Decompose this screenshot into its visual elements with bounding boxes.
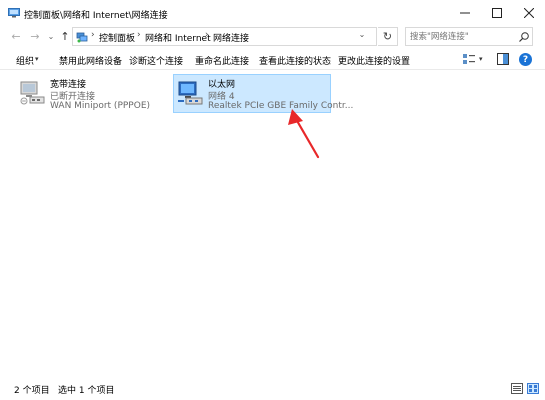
maximize-icon bbox=[492, 8, 502, 18]
change-settings-button[interactable]: 更改此连接的设置 bbox=[338, 54, 410, 67]
up-button[interactable]: ↑ bbox=[58, 27, 72, 45]
breadcrumb-network-internet[interactable]: 网络和 Internet bbox=[145, 31, 211, 44]
network-connections-icon bbox=[76, 32, 88, 43]
title-bar: 控制面板\网络和 Internet\网络连接 bbox=[0, 0, 545, 26]
refresh-button[interactable]: ↻ bbox=[378, 27, 398, 46]
view-status-button[interactable]: 查看此连接的状态 bbox=[259, 54, 331, 67]
diagnose-connection-button[interactable]: 诊断这个连接 bbox=[129, 54, 183, 67]
list-item-broadband[interactable]: 宽带连接 已断开连接 WAN Miniport (PPPOE) bbox=[16, 75, 161, 113]
address-bar[interactable]: › 控制面板 › 网络和 Internet › 网络连接 ⌄ bbox=[72, 27, 377, 46]
command-bar: 组织 ▾ 禁用此网络设备 诊断这个连接 重命名此连接 查看此连接的状态 更改此连… bbox=[0, 50, 545, 70]
minimize-icon bbox=[460, 12, 470, 14]
breadcrumb-separator: › bbox=[205, 30, 209, 40]
breadcrumb-separator: › bbox=[91, 30, 95, 40]
search-icon bbox=[519, 32, 529, 42]
preview-pane-icon[interactable] bbox=[497, 53, 509, 65]
item-count: 2 个项目 bbox=[14, 386, 50, 396]
breadcrumb-control-panel[interactable]: 控制面板 bbox=[99, 31, 135, 44]
annotation-arrow-icon bbox=[288, 109, 320, 159]
selected-count: 选中 1 个项目 bbox=[58, 386, 115, 396]
back-button[interactable]: ← bbox=[9, 27, 23, 45]
status-bar: 2 个项目 选中 1 个项目 bbox=[0, 378, 545, 400]
connection-device: WAN Miniport (PPPOE) bbox=[50, 101, 151, 111]
disable-device-button[interactable]: 禁用此网络设备 bbox=[59, 54, 122, 67]
breadcrumb-network-connections[interactable]: 网络连接 bbox=[213, 31, 249, 44]
large-icons-view-icon[interactable] bbox=[527, 383, 539, 394]
address-row: ← → ⌄ ↑ › 控制面板 › 网络和 Internet › 网络连接 ⌄ ↻ bbox=[0, 26, 545, 46]
minimize-button[interactable] bbox=[449, 0, 481, 26]
close-button[interactable] bbox=[513, 0, 545, 26]
organize-button[interactable]: 组织 bbox=[16, 54, 34, 67]
search-input[interactable] bbox=[410, 31, 514, 43]
address-dropdown-icon[interactable]: ⌄ bbox=[357, 30, 367, 39]
change-view-icon[interactable] bbox=[462, 53, 476, 66]
search-box[interactable] bbox=[405, 27, 533, 46]
details-view-icon[interactable] bbox=[511, 383, 523, 394]
maximize-button[interactable] bbox=[481, 0, 513, 26]
recent-locations-button[interactable]: ⌄ bbox=[46, 27, 56, 45]
window-title: 控制面板\网络和 Internet\网络连接 bbox=[24, 11, 168, 21]
connections-list: 宽带连接 已断开连接 WAN Miniport (PPPOE) 以太网 网络 4… bbox=[0, 71, 545, 376]
broadband-connection-icon bbox=[20, 81, 45, 105]
forward-button[interactable]: → bbox=[28, 27, 42, 45]
control-panel-icon bbox=[8, 8, 20, 18]
rename-connection-button[interactable]: 重命名此连接 bbox=[195, 54, 249, 67]
breadcrumb-separator: › bbox=[137, 30, 141, 40]
view-dropdown-icon[interactable]: ▾ bbox=[479, 55, 483, 63]
close-icon bbox=[524, 8, 534, 18]
help-button[interactable]: ? bbox=[519, 53, 532, 66]
organize-dropdown-icon[interactable]: ▾ bbox=[35, 55, 39, 63]
ethernet-connection-icon bbox=[178, 81, 203, 105]
